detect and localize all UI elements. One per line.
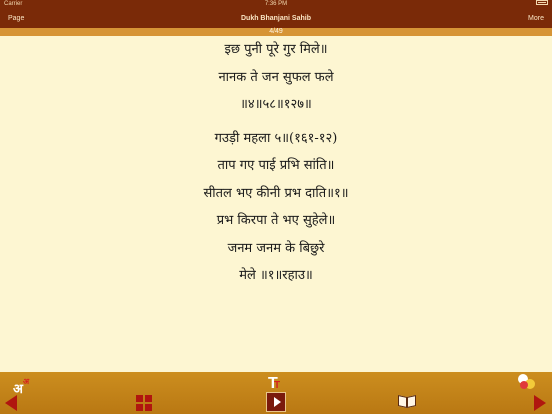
grid-menu-icon[interactable] — [136, 395, 152, 411]
verse-line: प्रभ किरपा ते भए सुहेले॥ — [216, 213, 336, 228]
theme-color-icon[interactable] — [518, 374, 538, 392]
status-bar: Carrier 7:36 PM — [0, 0, 552, 9]
battery-indicator — [536, 0, 548, 5]
verse-line: इछ पुनी पूरे गुर मिले॥ — [224, 42, 328, 57]
verse-line: जनम जनम के बिछुरे — [227, 240, 325, 256]
text-size-icon[interactable]: T T — [268, 375, 284, 393]
font-script-icon[interactable]: अ अ — [13, 376, 35, 397]
battery-icon — [536, 0, 548, 5]
verse-line: सीतल भए कीनी प्रभ दाति॥१॥ — [203, 185, 349, 201]
verse-text: इछ पुनी पूरे गुर मिले॥ नानक ते जन सुफल फ… — [0, 36, 552, 290]
play-icon[interactable] — [266, 392, 286, 412]
more-button[interactable]: More — [528, 15, 544, 22]
font-script-small-glyph: अ — [23, 376, 30, 386]
navigation-bar: Page Dukh Bhanjani Sahib More — [0, 9, 552, 28]
verse-line: गउड़ी महला ५॥(१६१-१२) — [214, 130, 338, 146]
text-size-small-glyph: T — [274, 380, 281, 391]
bottom-toolbar: अ अ T T — [0, 372, 552, 414]
page-title: Dukh Bhanjani Sahib — [240, 15, 311, 22]
verse-line: ॥४॥५८॥१२७॥ — [240, 97, 312, 112]
verse-line: मेले ॥१॥रहाउ॥ — [239, 268, 313, 283]
verse-line: ताप गए पाई प्रभि सांति॥ — [217, 158, 335, 173]
status-time: 7:36 PM — [264, 1, 288, 7]
open-book-icon[interactable] — [398, 394, 418, 410]
page-progress: 4/49 — [0, 28, 552, 36]
previous-page-icon[interactable] — [5, 395, 17, 411]
next-page-icon[interactable] — [534, 395, 546, 411]
verse-line: नानक ते जन सुफल फले — [218, 69, 334, 85]
